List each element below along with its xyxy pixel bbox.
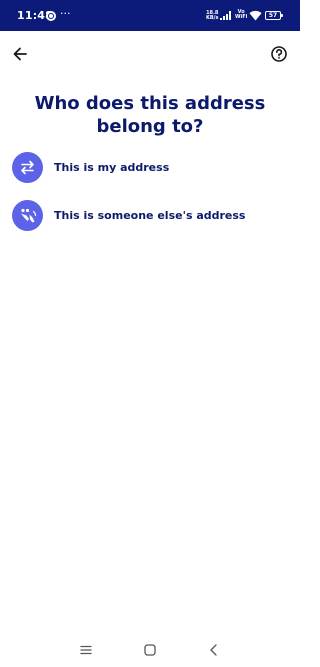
option-my-address[interactable]: This is my address	[12, 152, 288, 184]
more-notifications-icon: ···	[60, 7, 71, 20]
option-label: This is my address	[54, 161, 170, 174]
back-chevron-icon[interactable]	[207, 643, 221, 657]
battery-icon: 57	[265, 11, 283, 20]
status-bar: 11:48 ··· 18.8 KB/s Vo WiFi 57	[0, 0, 300, 31]
swap-arrows-icon	[21, 160, 34, 175]
people-wave-icon	[21, 208, 37, 223]
option-icon-circle	[12, 152, 43, 183]
help-button[interactable]	[269, 44, 289, 64]
menu-icon[interactable]	[79, 643, 93, 657]
wifi-icon	[249, 10, 262, 21]
option-someone-else-address[interactable]: This is someone else's address	[12, 200, 288, 232]
help-circle-icon	[271, 46, 287, 62]
option-icon-circle	[12, 200, 43, 231]
option-label: This is someone else's address	[54, 209, 246, 222]
network-speed-unit: KB/s	[206, 15, 219, 21]
home-square-icon[interactable]	[143, 643, 157, 657]
vowifi-indicator: Vo WiFi	[235, 10, 247, 20]
arrow-left-icon	[13, 47, 27, 61]
back-button[interactable]	[10, 44, 32, 64]
notification-app-icon	[46, 11, 56, 21]
wifi-label: WiFi	[235, 14, 248, 20]
network-speed: 18.8 KB/s	[206, 11, 219, 21]
system-nav-bar	[0, 636, 300, 667]
cellular-signal-icon	[220, 11, 231, 20]
page-title: Who does this address belong to?	[34, 93, 266, 137]
